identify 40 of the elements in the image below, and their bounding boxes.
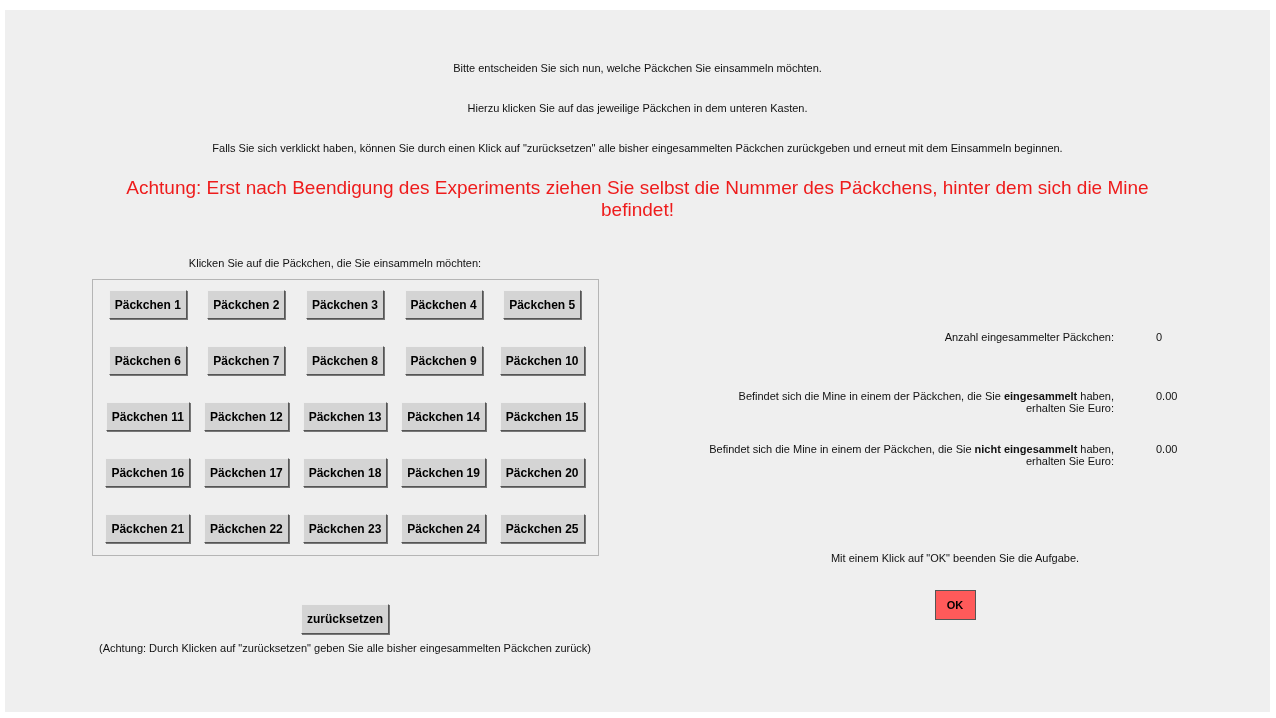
package-button[interactable]: Päckchen 21 — [105, 514, 191, 543]
summary-value: 0.00 — [1156, 443, 1178, 455]
summary-label: Anzahl eingesammelter Päckchen: — [943, 331, 1114, 343]
package-button[interactable]: Päckchen 22 — [204, 514, 289, 543]
package-button[interactable]: Päckchen 25 — [499, 514, 585, 543]
package-button[interactable]: Päckchen 16 — [105, 458, 191, 487]
instruction-text: Falls Sie sich verklickt haben, können Sie durch einen Klick auf "zurücksetzen" alle bisher eingesammelten Päckchen zurückgeben und erneut mit dem Einsammeln beginnen. — [211, 142, 1064, 154]
package-button[interactable]: Päckchen 19 — [401, 458, 486, 487]
package-button[interactable]: Päckchen 10 — [499, 346, 585, 375]
instruction-text: Bitte entscheiden Sie sich nun, welche Päckchen Sie einsammeln möchten. — [452, 62, 823, 74]
package-button[interactable]: Päckchen 5 — [503, 290, 582, 319]
package-button[interactable]: Päckchen 18 — [302, 458, 388, 487]
package-button[interactable]: Päckchen 3 — [305, 290, 384, 319]
package-button[interactable]: Päckchen 13 — [302, 402, 388, 431]
package-button[interactable]: Päckchen 14 — [401, 402, 486, 431]
instruction-text: Hierzu klicken Sie auf das jeweilige Päckchen in dem unteren Kasten. — [466, 102, 809, 114]
package-button[interactable]: Päckchen 17 — [204, 458, 289, 487]
package-button[interactable]: Päckchen 4 — [404, 290, 483, 319]
summary-value: 0.00 — [1156, 390, 1178, 402]
summary-label: Befindet sich die Mine in einem der Päckchen, die Sie eingesammelt haben, erhalten Sie Euro: — [737, 390, 1114, 414]
package-button[interactable]: Päckchen 7 — [207, 346, 286, 375]
reset-note: (Achtung: Durch Klicken auf "zurücksetzen" geben Sie alle bisher eingesammelten Päckchen zurück) — [98, 642, 592, 654]
package-button[interactable]: Päckchen 15 — [499, 402, 585, 431]
summary-label: Befindet sich die Mine in einem der Päckchen, die Sie nicht eingesammelt haben, erhalten Sie Euro: — [708, 443, 1114, 467]
package-button[interactable]: Päckchen 12 — [204, 402, 289, 431]
package-button[interactable]: Päckchen 9 — [404, 346, 483, 375]
package-button[interactable]: Päckchen 24 — [401, 514, 486, 543]
warning-text: Achtung: Erst nach Beendigung des Experiments ziehen Sie selbst die Nummer des Päckchens, hinter dem sich die Mine befindet! — [125, 177, 1150, 221]
summary-value: 0 — [1156, 331, 1163, 343]
ok-button[interactable]: OK — [934, 590, 976, 620]
reset-button[interactable]: zurücksetzen — [301, 604, 389, 634]
package-button[interactable]: Päckchen 11 — [105, 402, 190, 431]
package-button[interactable]: Päckchen 1 — [108, 290, 187, 319]
package-button[interactable]: Päckchen 20 — [499, 458, 585, 487]
prompt-text: Klicken Sie auf die Päckchen, die Sie einsammeln möchten: — [188, 257, 482, 269]
package-button[interactable]: Päckchen 6 — [108, 346, 187, 375]
ok-hint: Mit einem Klick auf "OK" beenden Sie die Aufgabe. — [830, 552, 1080, 564]
package-button[interactable]: Päckchen 2 — [207, 290, 286, 319]
package-button[interactable]: Päckchen 23 — [302, 514, 388, 543]
package-button[interactable]: Päckchen 8 — [305, 346, 384, 375]
